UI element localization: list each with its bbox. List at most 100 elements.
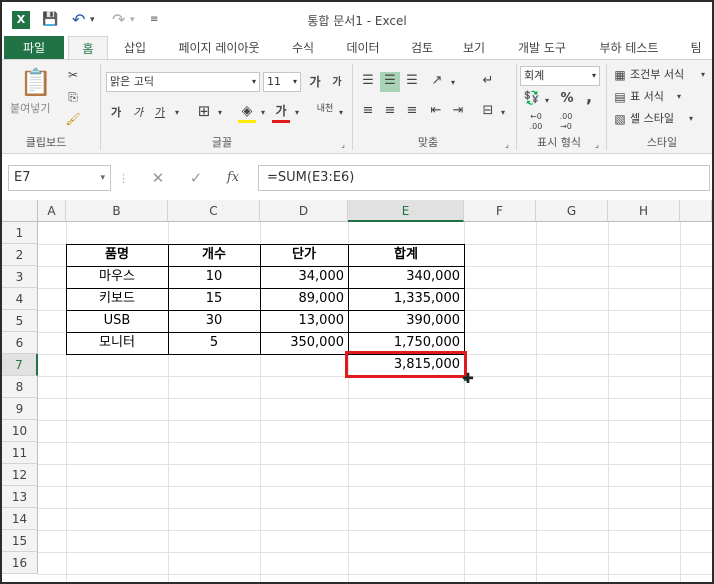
align-middle-icon[interactable]: ☰ bbox=[380, 72, 400, 92]
dialog-launcher-icon[interactable]: ⌟ bbox=[592, 136, 602, 154]
decrease-decimal-icon[interactable]: .00 →0 bbox=[554, 112, 578, 132]
column-header-h[interactable]: H bbox=[608, 200, 680, 222]
chevron-down-icon[interactable]: ▾ bbox=[448, 74, 458, 92]
grow-font-icon[interactable]: 가 bbox=[306, 73, 324, 91]
align-left-icon[interactable]: ≡ bbox=[358, 102, 378, 120]
column-header-b[interactable]: B bbox=[66, 200, 168, 222]
table-cell[interactable]: 89,000 bbox=[260, 288, 348, 310]
align-right-icon[interactable]: ≡ bbox=[402, 102, 422, 120]
column-header-g[interactable]: G bbox=[536, 200, 608, 222]
fill-color-icon[interactable]: ◈ bbox=[238, 102, 256, 123]
orientation-icon[interactable]: ↗ bbox=[426, 72, 448, 92]
tab-review[interactable]: 검토 bbox=[398, 36, 446, 60]
dialog-launcher-icon[interactable]: ⌟ bbox=[338, 136, 348, 154]
chevron-down-icon[interactable]: ▾ bbox=[498, 104, 508, 122]
table-cell[interactable]: 5 bbox=[168, 332, 260, 354]
font-color-icon[interactable]: 가 bbox=[272, 102, 290, 123]
chevron-down-icon[interactable]: ▾ bbox=[698, 66, 708, 84]
conditional-formatting-icon[interactable]: ▦ bbox=[612, 66, 628, 84]
table-cell[interactable]: 34,000 bbox=[260, 266, 348, 288]
column-header-d[interactable]: D bbox=[260, 200, 348, 222]
chevron-down-icon[interactable]: ▾ bbox=[674, 88, 684, 106]
chevron-down-icon[interactable]: ▾ bbox=[172, 104, 182, 122]
row-header-15[interactable]: 15 bbox=[2, 530, 38, 552]
tab-team[interactable]: 팀 bbox=[680, 36, 712, 60]
percent-style-button[interactable]: % bbox=[558, 90, 576, 108]
align-bottom-icon[interactable]: ☰ bbox=[402, 72, 422, 92]
bold-button[interactable]: 가 bbox=[108, 104, 124, 122]
paste-icon[interactable]: 📋 bbox=[18, 66, 54, 100]
row-header-11[interactable]: 11 bbox=[2, 442, 38, 464]
chevron-down-icon[interactable]: ▾ bbox=[215, 104, 225, 122]
row-header-6[interactable]: 6 bbox=[2, 332, 38, 354]
select-all-button[interactable] bbox=[2, 200, 38, 222]
comma-style-button[interactable]: , bbox=[580, 88, 598, 106]
table-cell[interactable]: 키보드 bbox=[66, 288, 168, 310]
column-header-e[interactable]: E bbox=[348, 200, 464, 222]
decrease-indent-icon[interactable]: ⇤ bbox=[426, 102, 446, 120]
italic-button[interactable]: 가 bbox=[130, 104, 146, 122]
tab-page-layout[interactable]: 페이지 레이아웃 bbox=[164, 36, 274, 60]
format-painter-icon[interactable]: 🖌 bbox=[64, 110, 82, 128]
cell-styles-icon[interactable]: ▧ bbox=[612, 110, 628, 128]
format-as-table-button[interactable]: 표 서식 bbox=[630, 88, 664, 106]
tab-developer[interactable]: 개발 도구 bbox=[504, 36, 580, 60]
table-header-total[interactable]: 합계 bbox=[348, 244, 464, 266]
cancel-entry-icon[interactable]: ✕ bbox=[148, 169, 168, 187]
table-cell[interactable]: 1,335,000 bbox=[348, 288, 464, 310]
row-header-5[interactable]: 5 bbox=[2, 310, 38, 332]
chevron-down-icon[interactable]: ▾ bbox=[258, 104, 268, 122]
increase-decimal-icon[interactable]: ←0.00 bbox=[524, 112, 548, 132]
row-header-7[interactable]: 7 bbox=[2, 354, 38, 376]
paste-button-label[interactable]: 붙여넣기 bbox=[10, 100, 50, 118]
row-header-8[interactable]: 8 bbox=[2, 376, 38, 398]
merge-center-icon[interactable]: ⊟ bbox=[478, 102, 498, 120]
copy-icon[interactable]: ⎘ bbox=[64, 88, 82, 106]
table-cell[interactable]: USB bbox=[66, 310, 168, 332]
chevron-down-icon[interactable]: ▾ bbox=[292, 104, 302, 122]
wrap-text-icon[interactable]: ↵ bbox=[478, 72, 498, 90]
table-cell[interactable]: 340,000 bbox=[348, 266, 464, 288]
row-header-3[interactable]: 3 bbox=[2, 266, 38, 288]
row-header-13[interactable]: 13 bbox=[2, 486, 38, 508]
worksheet-grid[interactable]: A B C D E F G H 1 2 3 4 5 6 7 8 9 10 11 … bbox=[2, 200, 712, 582]
phonetic-guide-icon[interactable]: 내천 bbox=[314, 100, 336, 118]
table-cell[interactable]: 15 bbox=[168, 288, 260, 310]
tab-file[interactable]: 파일 bbox=[4, 36, 64, 60]
dialog-launcher-icon[interactable]: ⌟ bbox=[502, 136, 512, 154]
borders-icon[interactable]: ⊞ bbox=[194, 102, 214, 120]
row-header-1[interactable]: 1 bbox=[2, 222, 38, 244]
column-header-a[interactable]: A bbox=[38, 200, 66, 222]
column-header-c[interactable]: C bbox=[168, 200, 260, 222]
table-header-price[interactable]: 단가 bbox=[260, 244, 348, 266]
row-header-16[interactable]: 16 bbox=[2, 552, 38, 574]
increase-indent-icon[interactable]: ⇥ bbox=[448, 102, 468, 120]
align-top-icon[interactable]: ☰ bbox=[358, 72, 378, 92]
tab-view[interactable]: 보기 bbox=[450, 36, 498, 60]
font-name-select[interactable]: 맑은 고딕 ▾ bbox=[106, 72, 260, 92]
chevron-down-icon[interactable]: ▾ bbox=[542, 92, 552, 110]
name-box[interactable]: E7 ▾ bbox=[8, 165, 111, 191]
row-header-4[interactable]: 4 bbox=[2, 288, 38, 310]
insert-function-icon[interactable]: fx bbox=[222, 169, 244, 187]
cut-icon[interactable]: ✂ bbox=[64, 66, 82, 84]
table-cell[interactable]: 350,000 bbox=[260, 332, 348, 354]
number-format-select[interactable]: 회계 ▾ bbox=[520, 66, 600, 86]
formula-input[interactable]: =SUM(E3:E6) bbox=[258, 165, 710, 191]
tab-home[interactable]: 홈 bbox=[68, 36, 108, 60]
format-as-table-icon[interactable]: ▤ bbox=[612, 88, 628, 106]
row-header-2[interactable]: 2 bbox=[2, 244, 38, 266]
column-header-f[interactable]: F bbox=[464, 200, 536, 222]
table-header-item[interactable]: 품명 bbox=[66, 244, 168, 266]
table-cell[interactable]: 마우스 bbox=[66, 266, 168, 288]
table-cell[interactable]: 390,000 bbox=[348, 310, 464, 332]
font-size-select[interactable]: 11 ▾ bbox=[263, 72, 301, 92]
chevron-down-icon[interactable]: ▾ bbox=[336, 104, 346, 122]
chevron-down-icon[interactable]: ▾ bbox=[686, 110, 696, 128]
confirm-entry-icon[interactable]: ✓ bbox=[186, 169, 206, 187]
table-cell[interactable]: 30 bbox=[168, 310, 260, 332]
row-header-9[interactable]: 9 bbox=[2, 398, 38, 420]
accounting-format-icon[interactable]: 💱 bbox=[522, 90, 542, 108]
tab-formulas[interactable]: 수식 bbox=[280, 36, 326, 60]
row-header-12[interactable]: 12 bbox=[2, 464, 38, 486]
